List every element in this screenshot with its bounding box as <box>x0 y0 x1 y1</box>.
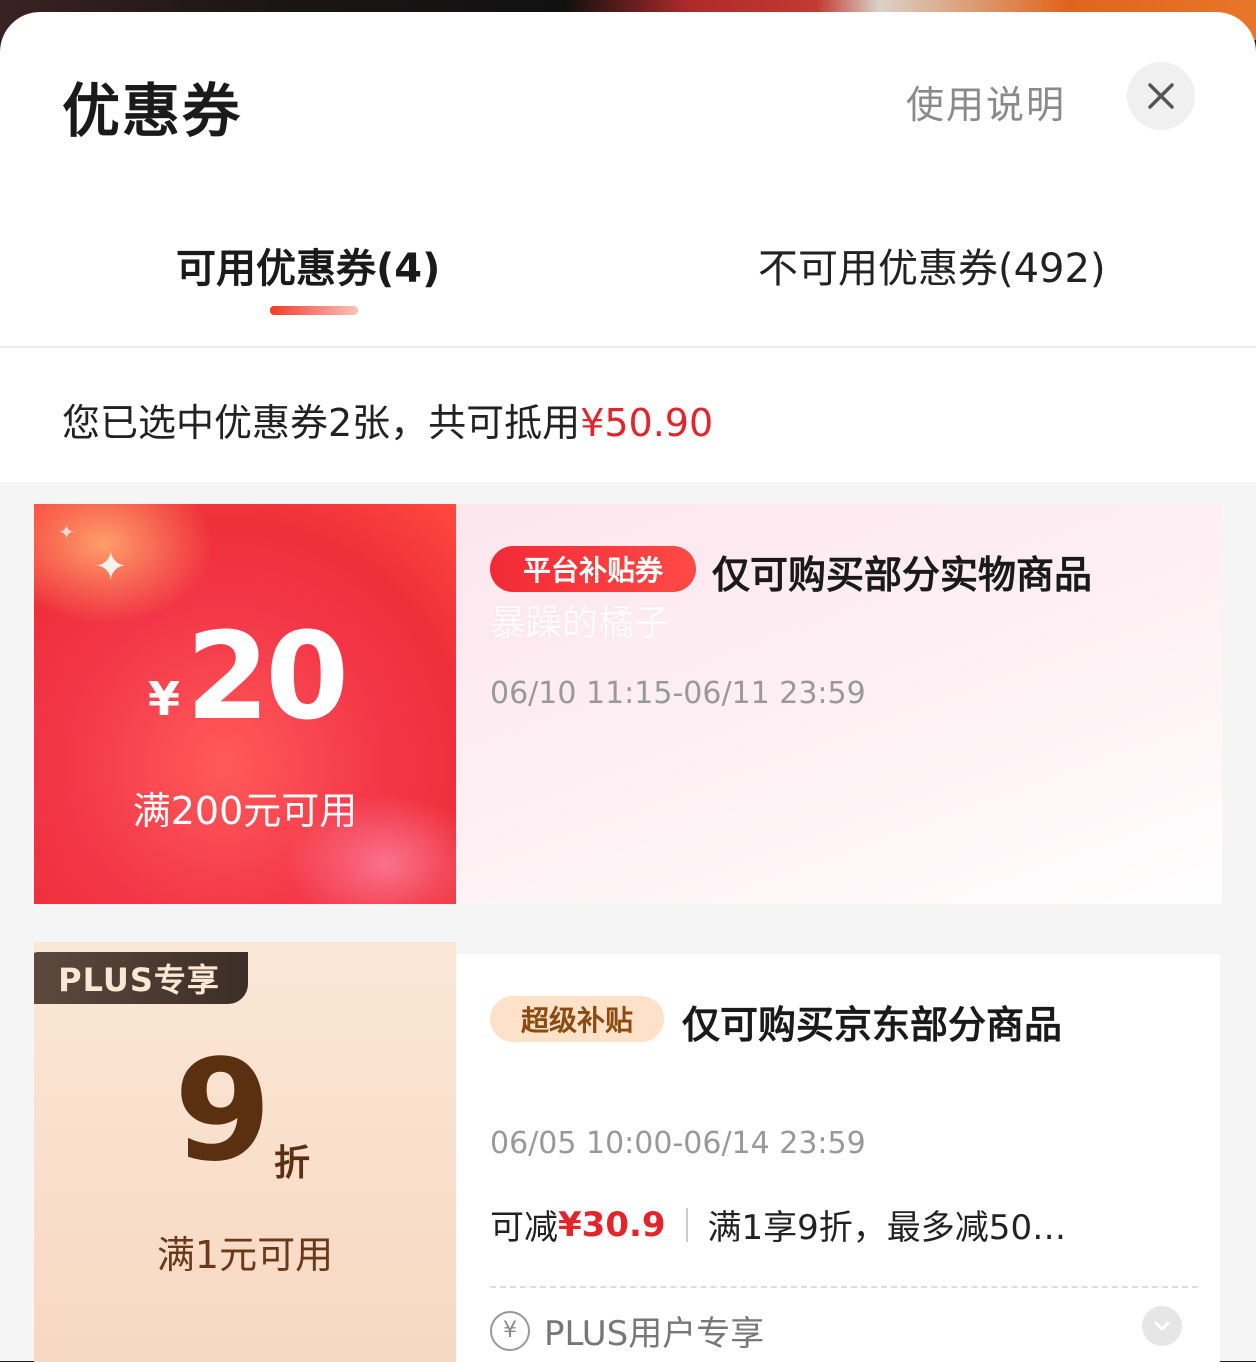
coupon-condition: 满200元可用 <box>132 789 358 833</box>
watermark: 暴躁的橘子 <box>490 603 671 644</box>
coupon-date-range: 06/10 11:15-06/11 23:59 <box>490 676 866 711</box>
sparkle-icon: ✦ <box>58 520 75 544</box>
plus-exclusive-tag: PLUS专享 <box>34 952 248 1004</box>
coupon-card[interactable]: PLUS专享 9 折 满1元可用 超级补贴 仅可购买京东部分商品 06/05 1… <box>34 942 1222 1362</box>
coupon-detail-panel: 超级补贴 仅可购买京东部分商品 06/05 10:00-06/14 23:59 … <box>456 954 1220 1362</box>
coupon-value-panel: ✦ ✦ ¥ 20 满200元可用 <box>34 504 456 904</box>
summary-amount: ¥50.90 <box>580 401 714 445</box>
page-title: 优惠券 <box>62 77 243 145</box>
selection-summary: 您已选中优惠券2张，共可抵用¥50.90 <box>62 392 713 447</box>
sparkle-icon: ✦ <box>94 544 128 590</box>
coupon-title: 仅可购买京东部分商品 <box>682 1003 1063 1047</box>
tab-available[interactable]: 可用优惠券(4) <box>176 236 440 294</box>
plus-note-text: PLUS用户专享 <box>544 1314 765 1354</box>
scallop-edge <box>34 942 44 1362</box>
active-tab-indicator <box>270 306 358 315</box>
divider <box>0 346 1256 348</box>
close-icon <box>1148 83 1174 109</box>
coupon-value-panel: PLUS专享 9 折 满1元可用 <box>34 942 456 1362</box>
currency-symbol: ¥ <box>148 672 181 726</box>
coupon-detail-panel: 平台补贴券 仅可购买部分实物商品 暴躁的橘子 06/10 11:15-06/11… <box>456 504 1222 904</box>
summary-text: 您已选中优惠券2张，共可抵用 <box>62 401 581 445</box>
coupon-discount: 9 <box>174 1030 272 1193</box>
coupon-card[interactable]: ✦ ✦ ¥ 20 满200元可用 平台补贴券 仅可购买部分实物商品 暴躁的橘子 … <box>34 504 1222 904</box>
coupon-type-badge: 超级补贴 <box>490 996 664 1042</box>
savings-label: 可减 <box>490 1208 558 1248</box>
close-button[interactable] <box>1127 62 1195 130</box>
expand-button[interactable] <box>1142 1306 1182 1346</box>
coupon-title: 仅可购买部分实物商品 <box>712 553 1093 597</box>
coupon-date-range: 06/05 10:00-06/14 23:59 <box>490 1126 866 1161</box>
tab-unavailable[interactable]: 不可用优惠券(492) <box>758 236 1106 294</box>
coupon-amount: 20 <box>186 608 349 747</box>
dashed-divider <box>490 1286 1198 1288</box>
separator <box>685 1207 688 1242</box>
scallop-edge <box>34 504 44 904</box>
discount-unit: 折 <box>274 1143 311 1184</box>
savings-row: 可减 ¥30.9 满1享9折，最多减50… <box>490 1200 1066 1249</box>
coupon-condition: 满1元可用 <box>156 1233 334 1277</box>
discount-rule: 满1享9折，最多减50… <box>707 1208 1067 1248</box>
usage-instructions-link[interactable]: 使用说明 <box>906 74 1066 129</box>
savings-amount: ¥30.9 <box>558 1204 666 1245</box>
chevron-down-icon <box>1154 1321 1170 1331</box>
coupon-type-badge: 平台补贴券 <box>490 546 696 592</box>
plus-note: ¥ PLUS用户专享 <box>490 1306 764 1355</box>
yen-circle-icon: ¥ <box>490 1310 530 1351</box>
